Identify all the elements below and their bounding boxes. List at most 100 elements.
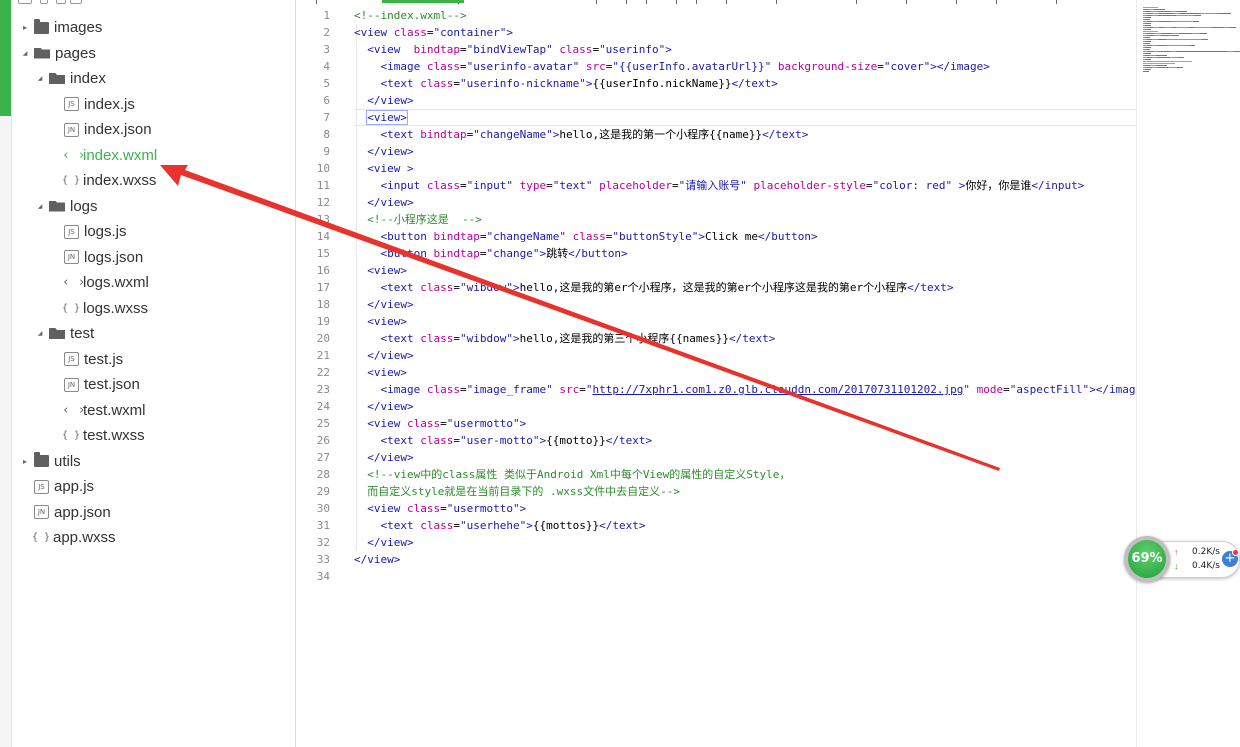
json-file-icon: JN [64, 377, 79, 392]
code-line[interactable]: 14 <button bindtap="changeName" class="b… [296, 228, 1136, 245]
code-line[interactable]: 9 </view> [296, 143, 1136, 160]
code-text: <view> [366, 110, 408, 125]
network-speed-widget[interactable]: 69% ↑ 0.2K/s ↓ 0.4K/s + [1124, 536, 1240, 582]
tree-file[interactable]: JS test.js [12, 347, 295, 372]
code-line[interactable]: 33 </view> [296, 551, 1136, 568]
minimap-stroke [1145, 37, 1150, 38]
code-text: <view class="usermotto"> [367, 417, 527, 430]
code-line[interactable]: 26 <text class="user-motto">{{motto}}</t… [296, 432, 1136, 449]
expanded-arrow-icon[interactable]: ◢ [35, 75, 45, 82]
tree-file[interactable]: JN test.json [12, 372, 295, 397]
tree-file[interactable]: ‹ › test.wxml [12, 398, 295, 423]
tree-file[interactable]: JS app.js [12, 474, 295, 499]
tree-folder[interactable]: ▸ utils [12, 449, 295, 474]
code-text: </view> [367, 349, 414, 362]
tree-file[interactable]: JS index.js [12, 92, 295, 117]
minimap-stroke [1145, 19, 1150, 20]
json-file-icon: JN [64, 122, 79, 137]
collapsed-arrow-icon[interactable]: ▸ [20, 23, 30, 32]
code-editor[interactable]: 1 <!--index.wxml--> 2 <view class="containe… [296, 0, 1136, 747]
line-number: 30 [316, 502, 330, 515]
minimap-stroke [1177, 67, 1183, 68]
code-text: </view> [367, 536, 414, 549]
line-number: 12 [316, 196, 330, 209]
expanded-arrow-icon[interactable]: ◢ [35, 330, 45, 337]
code-text: <view> [367, 366, 407, 379]
code-line[interactable]: 28 <!--view中的class属性 类似于Android Xml中每个Vi… [296, 466, 1136, 483]
code-line[interactable]: 29 而自定义style就是在当前目录下的 .wxss文件中去自定义--> [296, 483, 1136, 500]
tree-file[interactable]: ‹ › index.wxml [12, 143, 295, 168]
code-text: <!--view中的class属性 类似于Android Xml中每个View的… [367, 468, 791, 481]
minimap-stroke [1189, 45, 1195, 46]
code-line[interactable]: 18 </view> [296, 296, 1136, 313]
wxss-file-icon: { } [32, 532, 51, 543]
code-line[interactable]: 30 <view class="usermotto"> [296, 500, 1136, 517]
tree-file[interactable]: { } app.wxss [12, 525, 295, 550]
line-number: 9 [323, 145, 330, 158]
code-line[interactable]: 22 <view> [296, 364, 1136, 381]
code-line[interactable]: 24 </view> [296, 398, 1136, 415]
code-line[interactable]: 13 <!--小程序这是 --> [296, 211, 1136, 228]
code-line[interactable]: 20 <text class="wibdow">hello,这是我的第三个小程序… [296, 330, 1136, 347]
tree-file[interactable]: ‹ › logs.wxml [12, 270, 295, 295]
tree-folder[interactable]: ◢ index [12, 66, 295, 91]
folder-open-icon [34, 47, 50, 59]
tree-item-label: index.js [84, 95, 135, 113]
tree-folder[interactable]: ◢ pages [12, 41, 295, 66]
upload-arrow-icon: ↑ [1174, 547, 1179, 557]
editor-minimap[interactable] [1136, 0, 1240, 747]
minimap-stroke [1211, 27, 1222, 28]
code-line[interactable]: 15 <button bindtap="change">跳转</button> [296, 245, 1136, 262]
code-line[interactable]: 5 <text class="userinfo-nickname">{{user… [296, 75, 1136, 92]
code-line[interactable]: 2 <view class="container"> [296, 24, 1136, 41]
tree-folder[interactable]: ◢ test [12, 321, 295, 346]
code-line[interactable]: 12 </view> [296, 194, 1136, 211]
collapsed-arrow-icon[interactable]: ▸ [20, 457, 30, 466]
code-text: <button bindtap="changeName" class="butt… [380, 230, 818, 243]
code-line[interactable]: 32 </view> [296, 534, 1136, 551]
code-line[interactable]: 16 <view> [296, 262, 1136, 279]
code-text: <text class="wibdow">hello,这是我的第三个小程序{{n… [380, 332, 776, 345]
memory-percent[interactable]: 69% [1128, 540, 1166, 578]
code-line[interactable]: 4 <image class="userinfo-avatar" src="{{… [296, 58, 1136, 75]
code-line[interactable]: 6 </view> [296, 92, 1136, 109]
code-line[interactable]: 19 <view> [296, 313, 1136, 330]
code-line[interactable]: 8 <text bindtap="changeName">hello,这是我的第… [296, 126, 1136, 143]
code-line[interactable]: 17 <text class="wibdow">hello,这是我的第er个小程… [296, 279, 1136, 296]
tree-item-label: logs.wxml [83, 274, 149, 291]
code-line[interactable]: 21 </view> [296, 347, 1136, 364]
code-text: <image class="userinfo-avatar" src="{{us… [380, 60, 990, 73]
tree-file[interactable]: JS logs.js [12, 219, 295, 244]
js-file-icon: JS [34, 479, 49, 494]
tree-file[interactable]: JN app.json [12, 500, 295, 525]
tree-folder[interactable]: ◢ logs [12, 194, 295, 219]
minimap-stroke [1158, 67, 1167, 68]
code-text: <view class="usermotto"> [367, 502, 527, 515]
expanded-arrow-icon[interactable]: ◢ [20, 50, 30, 57]
code-line[interactable]: 23 <image class="image_frame" src="http:… [296, 381, 1136, 398]
expanded-arrow-icon[interactable]: ◢ [35, 203, 45, 210]
line-number: 32 [316, 536, 330, 549]
tree-file[interactable]: JN logs.json [12, 245, 295, 270]
line-number: 21 [316, 349, 330, 362]
tree-item-label: index.wxml [83, 146, 158, 164]
tree-file[interactable]: { } index.wxss [12, 168, 295, 193]
code-line[interactable]: 7 <view> [296, 109, 1136, 126]
code-text: <view class="container"> [354, 26, 513, 39]
code-line[interactable]: 3 <view bindtap="bindViewTap" class="use… [296, 41, 1136, 58]
code-line[interactable]: 1 <!--index.wxml--> [296, 7, 1136, 24]
code-line[interactable]: 10 <view > [296, 160, 1136, 177]
code-line[interactable]: 31 <text class="userhehe">{{mottos}}</te… [296, 517, 1136, 534]
tree-folder[interactable]: ▸ images [12, 15, 295, 40]
code-text: </view> [367, 298, 414, 311]
tree-file[interactable]: JN index.json [12, 117, 295, 142]
tree-item-label: index.json [84, 121, 152, 138]
line-number: 18 [316, 298, 330, 311]
code-line[interactable]: 27 </view> [296, 449, 1136, 466]
tree-file[interactable]: { } test.wxss [12, 423, 295, 448]
line-number: 7 [323, 111, 330, 124]
code-line[interactable]: 11 <input class="input" type="text" plac… [296, 177, 1136, 194]
tree-file[interactable]: { } logs.wxss [12, 296, 295, 321]
code-line[interactable]: 25 <view class="usermotto"> [296, 415, 1136, 432]
code-line[interactable]: 34 [296, 568, 1136, 585]
